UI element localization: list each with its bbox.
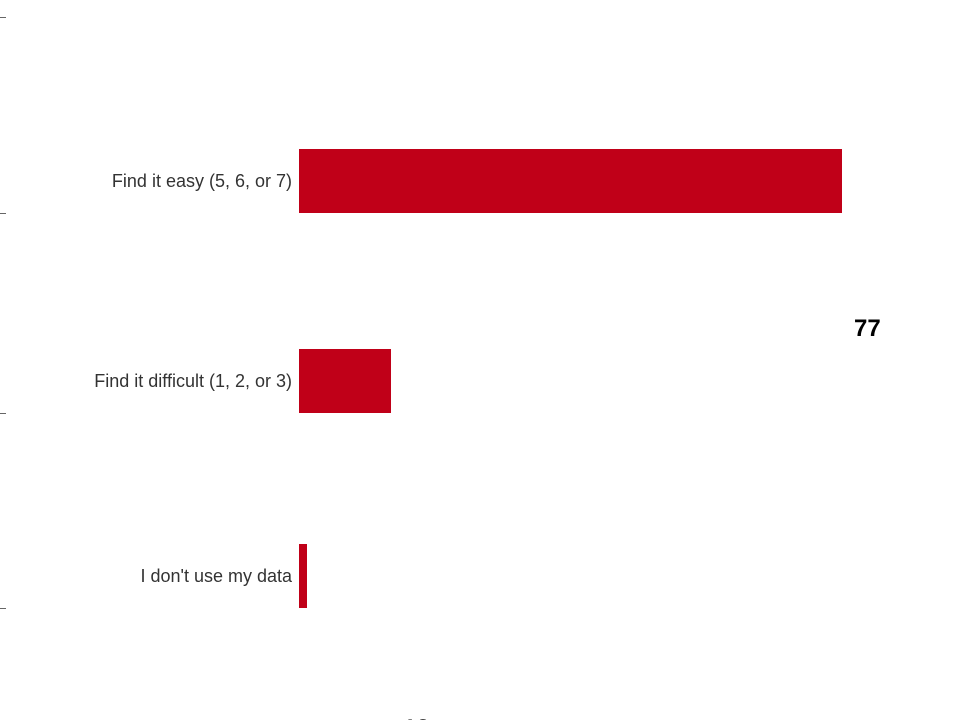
bar-track	[299, 349, 391, 413]
axis-tick	[0, 608, 6, 609]
bar	[299, 349, 391, 413]
category-label: I don't use my data	[140, 566, 292, 587]
axis-tick	[0, 17, 6, 18]
bar-row: Find it easy (5, 6, or 7) 77	[0, 149, 960, 213]
bar-chart: Find it easy (5, 6, or 7) 77 Find it dif…	[0, 0, 960, 720]
bar-row: I don't use my data 1	[0, 544, 960, 608]
category-label: Find it easy (5, 6, or 7)	[112, 171, 292, 192]
axis-tick	[0, 213, 6, 214]
bar	[299, 544, 307, 608]
bar-row: Find it difficult (1, 2, or 3) 13	[0, 349, 960, 413]
category-label: Find it difficult (1, 2, or 3)	[94, 371, 292, 392]
bar-track	[299, 544, 307, 608]
axis-tick	[0, 413, 6, 414]
value-label: 13	[403, 715, 430, 720]
value-label: 77	[854, 315, 881, 343]
bar-track	[299, 149, 842, 213]
bar	[299, 149, 842, 213]
